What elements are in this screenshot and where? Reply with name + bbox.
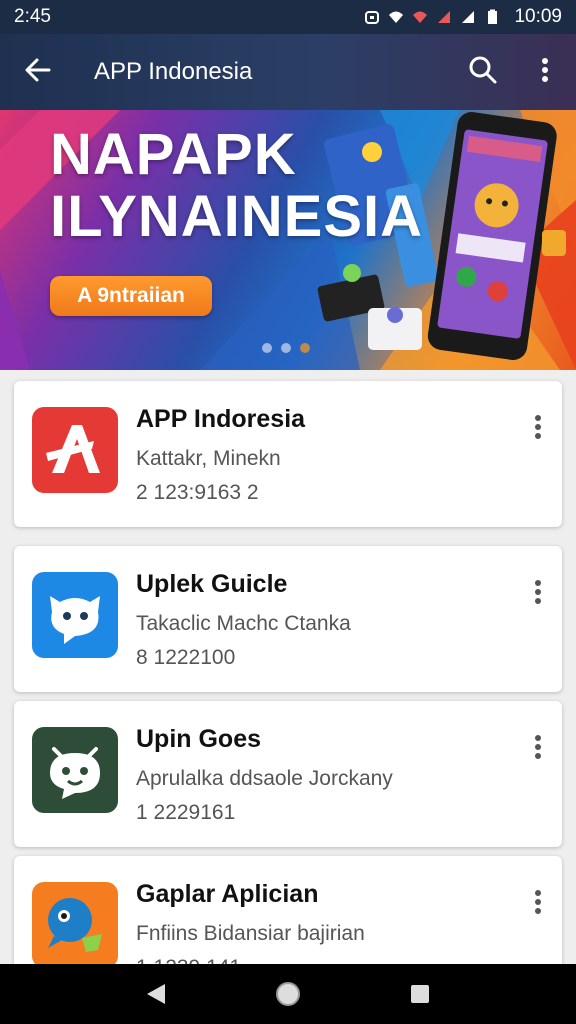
more-vert-icon[interactable] — [522, 574, 554, 610]
app-subtitle: Kattakr, Minekn — [136, 447, 281, 470]
carousel-dot[interactable] — [262, 343, 272, 353]
carousel-dot-active[interactable] — [300, 343, 310, 353]
signal-icon — [436, 9, 452, 25]
nav-recents-icon[interactable] — [390, 964, 450, 1024]
blue-chat-face-icon — [32, 572, 118, 658]
more-vert-icon — [541, 57, 549, 88]
system-nav-bar — [0, 964, 576, 1024]
app-name: Gaplar Aplician — [136, 880, 319, 908]
hotspot-icon — [412, 9, 428, 25]
red-a-logo-icon — [32, 407, 118, 493]
more-vert-icon[interactable] — [522, 729, 554, 765]
banner-cta-button[interactable]: A 9ntraiian — [50, 276, 212, 316]
banner-headline-line1: NAPAPK — [50, 122, 297, 187]
app-subtitle: Takaclic Machc Ctanka — [136, 612, 351, 635]
promo-banner[interactable]: NAPAPK ILYNAINESIA A 9ntraiian — [0, 110, 576, 370]
more-vert-icon[interactable] — [522, 884, 554, 920]
overflow-menu-button[interactable] — [514, 34, 576, 110]
app-count: 2 123:9163 2 — [136, 481, 259, 504]
banner-headline-line2: ILYNAINESIA — [50, 184, 424, 249]
app-count: 8 1222100 — [136, 646, 236, 669]
status-icons: 10:09 — [364, 6, 562, 28]
search-button[interactable] — [452, 34, 514, 110]
app-count: 1 2229161 — [136, 801, 236, 824]
carousel-dots — [262, 343, 310, 353]
app-name: Uplek Guicle — [136, 570, 288, 598]
signal-icon — [460, 9, 476, 25]
android-face-icon — [32, 727, 118, 813]
app-name: APP Indoresia — [136, 405, 306, 433]
status-time: 2:45 — [14, 6, 51, 27]
battery-icon — [484, 9, 500, 25]
status-bar: 2:45 10:09 — [0, 0, 576, 34]
page-title: APP Indonesia — [94, 58, 253, 85]
app-card[interactable]: Uplek Guicle Takaclic Machc Ctanka 8 122… — [14, 546, 562, 692]
app-subtitle: Aprulalka ddsaole Jorckany — [136, 767, 393, 790]
nav-home-icon[interactable] — [258, 964, 318, 1024]
carousel-dot[interactable] — [281, 343, 291, 353]
arrow-left-icon — [23, 55, 53, 90]
app-name: Upin Goes — [136, 725, 262, 753]
banner-headline: NAPAPK ILYNAINESIA — [50, 124, 423, 248]
more-vert-icon[interactable] — [522, 409, 554, 445]
status-clock: 10:09 — [514, 6, 562, 27]
back-button[interactable] — [0, 34, 76, 110]
nav-back-icon[interactable] — [126, 964, 186, 1024]
wifi-icon — [388, 9, 404, 25]
orange-chat-bubbles-icon — [32, 882, 118, 968]
search-icon — [468, 55, 498, 90]
app-subtitle: Fnfiins Bidansiar bajirian — [136, 922, 365, 945]
alarm-icon — [364, 9, 380, 25]
app-bar: APP Indonesia — [0, 34, 576, 110]
app-card[interactable]: APP Indoresia Kattakr, Minekn 2 123:9163… — [14, 381, 562, 527]
app-card[interactable]: Upin Goes Aprulalka ddsaole Jorckany 1 2… — [14, 701, 562, 847]
